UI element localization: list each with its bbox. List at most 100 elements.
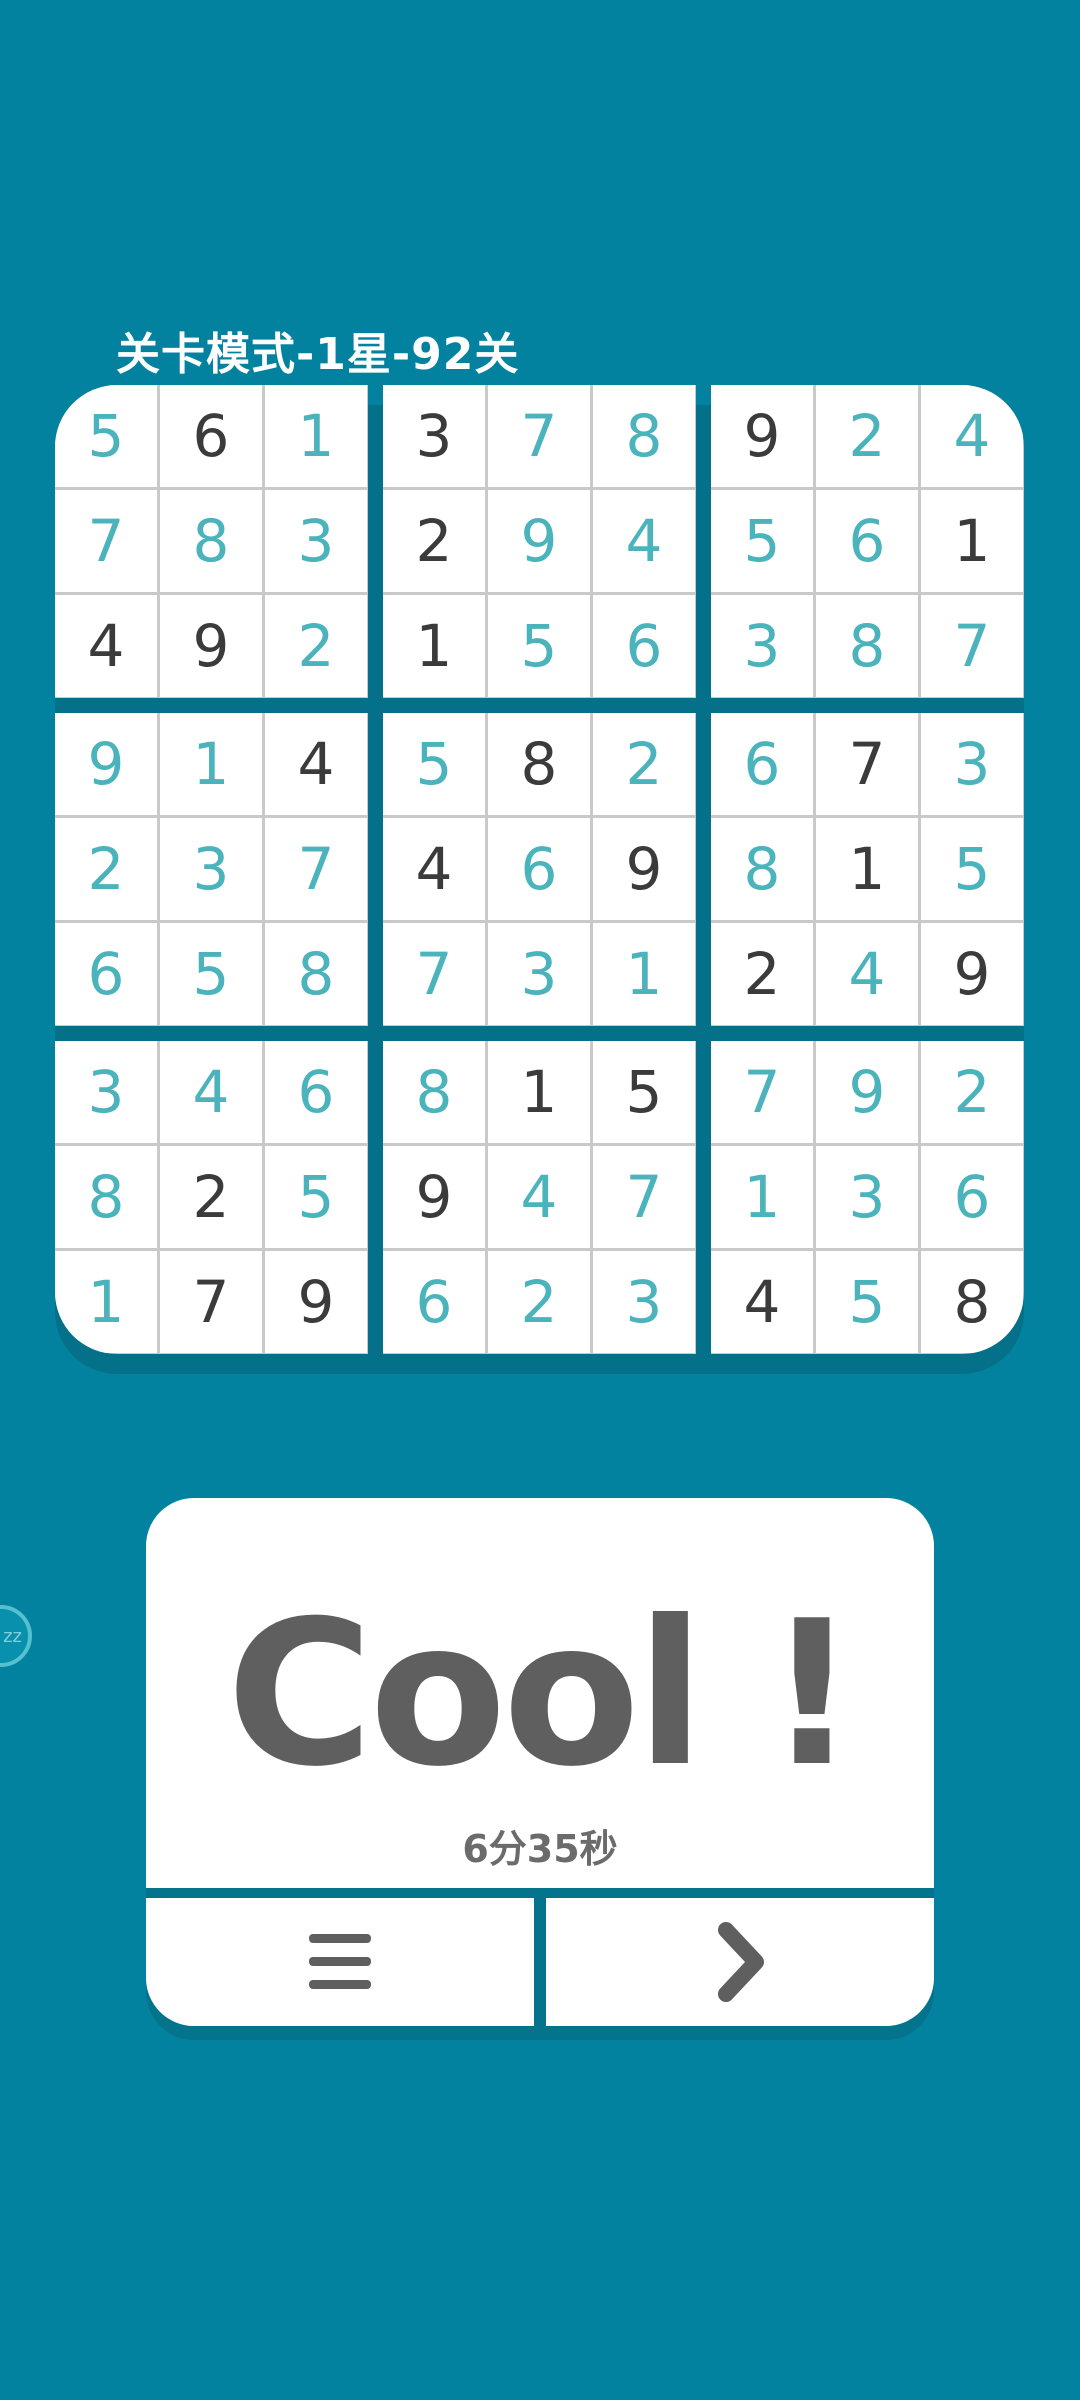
sudoku-block: 582 469 731 [383,713,696,1026]
sudoku-cell[interactable]: 6 [488,818,590,920]
sudoku-block: 924 561 387 [711,385,1024,698]
sudoku-cell[interactable]: 3 [160,818,262,920]
sudoku-cell[interactable]: 3 [711,595,813,697]
sudoku-cell[interactable]: 4 [383,818,485,920]
sudoku-cell[interactable]: 9 [816,1041,918,1143]
sudoku-cell[interactable]: 8 [488,713,590,815]
sudoku-cell[interactable]: 5 [265,1146,367,1248]
side-tab-label: zz [3,1625,22,1647]
sudoku-cell[interactable]: 3 [488,923,590,1025]
sudoku-cell[interactable]: 2 [816,385,918,487]
sudoku-cell[interactable]: 7 [488,385,590,487]
sudoku-cell[interactable]: 4 [816,923,918,1025]
sudoku-block: 914 237 658 [55,713,368,1026]
sudoku-cell[interactable]: 7 [921,595,1023,697]
sudoku-cell[interactable]: 6 [265,1041,367,1143]
menu-icon [309,1934,371,1989]
sudoku-block: 673 815 249 [711,713,1024,1026]
sudoku-cell[interactable]: 2 [55,818,157,920]
sudoku-cell[interactable]: 3 [383,385,485,487]
sudoku-cell[interactable]: 7 [55,490,157,592]
sudoku-cell[interactable]: 5 [921,818,1023,920]
result-card: Cool ! 6分35秒 [146,1498,934,1888]
sudoku-block: 561 783 492 [55,385,368,698]
sudoku-board: 5617834923782941569245613879142376585824… [55,385,1024,1354]
sudoku-block: 378 294 156 [383,385,696,698]
sudoku-cell[interactable]: 1 [921,490,1023,592]
result-message: Cool ! [226,1578,858,1811]
sudoku-cell[interactable]: 9 [711,385,813,487]
sudoku-cell[interactable]: 6 [816,490,918,592]
sudoku-cell[interactable]: 4 [593,490,695,592]
sudoku-cell[interactable]: 2 [265,595,367,697]
sudoku-cell[interactable]: 3 [55,1041,157,1143]
sudoku-cell[interactable]: 6 [55,923,157,1025]
side-tab[interactable]: zz [0,1605,32,1667]
sudoku-cell[interactable]: 7 [593,1146,695,1248]
sudoku-cell[interactable]: 3 [593,1251,695,1353]
sudoku-cell[interactable]: 5 [816,1251,918,1353]
sudoku-cell[interactable]: 8 [593,385,695,487]
sudoku-cell[interactable]: 2 [383,490,485,592]
menu-button[interactable] [146,1898,534,2026]
sudoku-cell[interactable]: 3 [816,1146,918,1248]
sudoku-block: 815 947 623 [383,1041,696,1354]
sudoku-cell[interactable]: 9 [488,490,590,592]
sudoku-cell[interactable]: 5 [711,490,813,592]
sudoku-cell[interactable]: 4 [711,1251,813,1353]
sudoku-cell[interactable]: 8 [160,490,262,592]
sudoku-cell[interactable]: 9 [160,595,262,697]
sudoku-cell[interactable]: 2 [711,923,813,1025]
sudoku-cell[interactable]: 1 [160,713,262,815]
sudoku-cell[interactable]: 3 [265,490,367,592]
sudoku-cell[interactable]: 7 [160,1251,262,1353]
sudoku-cell[interactable]: 5 [488,595,590,697]
sudoku-cell[interactable]: 1 [711,1146,813,1248]
sudoku-cell[interactable]: 7 [711,1041,813,1143]
sudoku-cell[interactable]: 7 [816,713,918,815]
sudoku-cell[interactable]: 9 [265,1251,367,1353]
sudoku-cell[interactable]: 2 [160,1146,262,1248]
sudoku-cell[interactable]: 1 [816,818,918,920]
sudoku-cell[interactable]: 4 [55,595,157,697]
sudoku-cell[interactable]: 2 [488,1251,590,1353]
sudoku-cell[interactable]: 1 [265,385,367,487]
sudoku-cell[interactable]: 3 [921,713,1023,815]
chevron-right-icon [718,1922,764,2002]
sudoku-cell[interactable]: 5 [383,713,485,815]
sudoku-cell[interactable]: 2 [593,713,695,815]
sudoku-block: 792 136 458 [711,1041,1024,1354]
sudoku-cell[interactable]: 6 [711,713,813,815]
sudoku-cell[interactable]: 9 [593,818,695,920]
sudoku-block: 346 825 179 [55,1041,368,1354]
sudoku-cell[interactable]: 1 [488,1041,590,1143]
sudoku-cell[interactable]: 4 [265,713,367,815]
elapsed-time: 6分35秒 [462,1827,618,1871]
sudoku-cell[interactable]: 7 [383,923,485,1025]
sudoku-cell[interactable]: 5 [593,1041,695,1143]
sudoku-cell[interactable]: 2 [921,1041,1023,1143]
sudoku-cell[interactable]: 8 [383,1041,485,1143]
sudoku-cell[interactable]: 6 [383,1251,485,1353]
sudoku-cell[interactable]: 7 [265,818,367,920]
sudoku-cell[interactable]: 5 [160,923,262,1025]
sudoku-cell[interactable]: 6 [593,595,695,697]
sudoku-cell[interactable]: 9 [383,1146,485,1248]
sudoku-cell[interactable]: 4 [160,1041,262,1143]
sudoku-cell[interactable]: 8 [711,818,813,920]
sudoku-cell[interactable]: 6 [921,1146,1023,1248]
sudoku-cell[interactable]: 1 [383,595,485,697]
sudoku-cell[interactable]: 1 [593,923,695,1025]
sudoku-cell[interactable]: 6 [160,385,262,487]
sudoku-cell[interactable]: 9 [921,923,1023,1025]
sudoku-cell[interactable]: 4 [488,1146,590,1248]
sudoku-cell[interactable]: 8 [921,1251,1023,1353]
sudoku-cell[interactable]: 1 [55,1251,157,1353]
sudoku-cell[interactable]: 8 [265,923,367,1025]
sudoku-cell[interactable]: 8 [55,1146,157,1248]
sudoku-cell[interactable]: 5 [55,385,157,487]
sudoku-cell[interactable]: 9 [55,713,157,815]
sudoku-cell[interactable]: 4 [921,385,1023,487]
sudoku-cell[interactable]: 8 [816,595,918,697]
next-button[interactable] [546,1898,934,2026]
